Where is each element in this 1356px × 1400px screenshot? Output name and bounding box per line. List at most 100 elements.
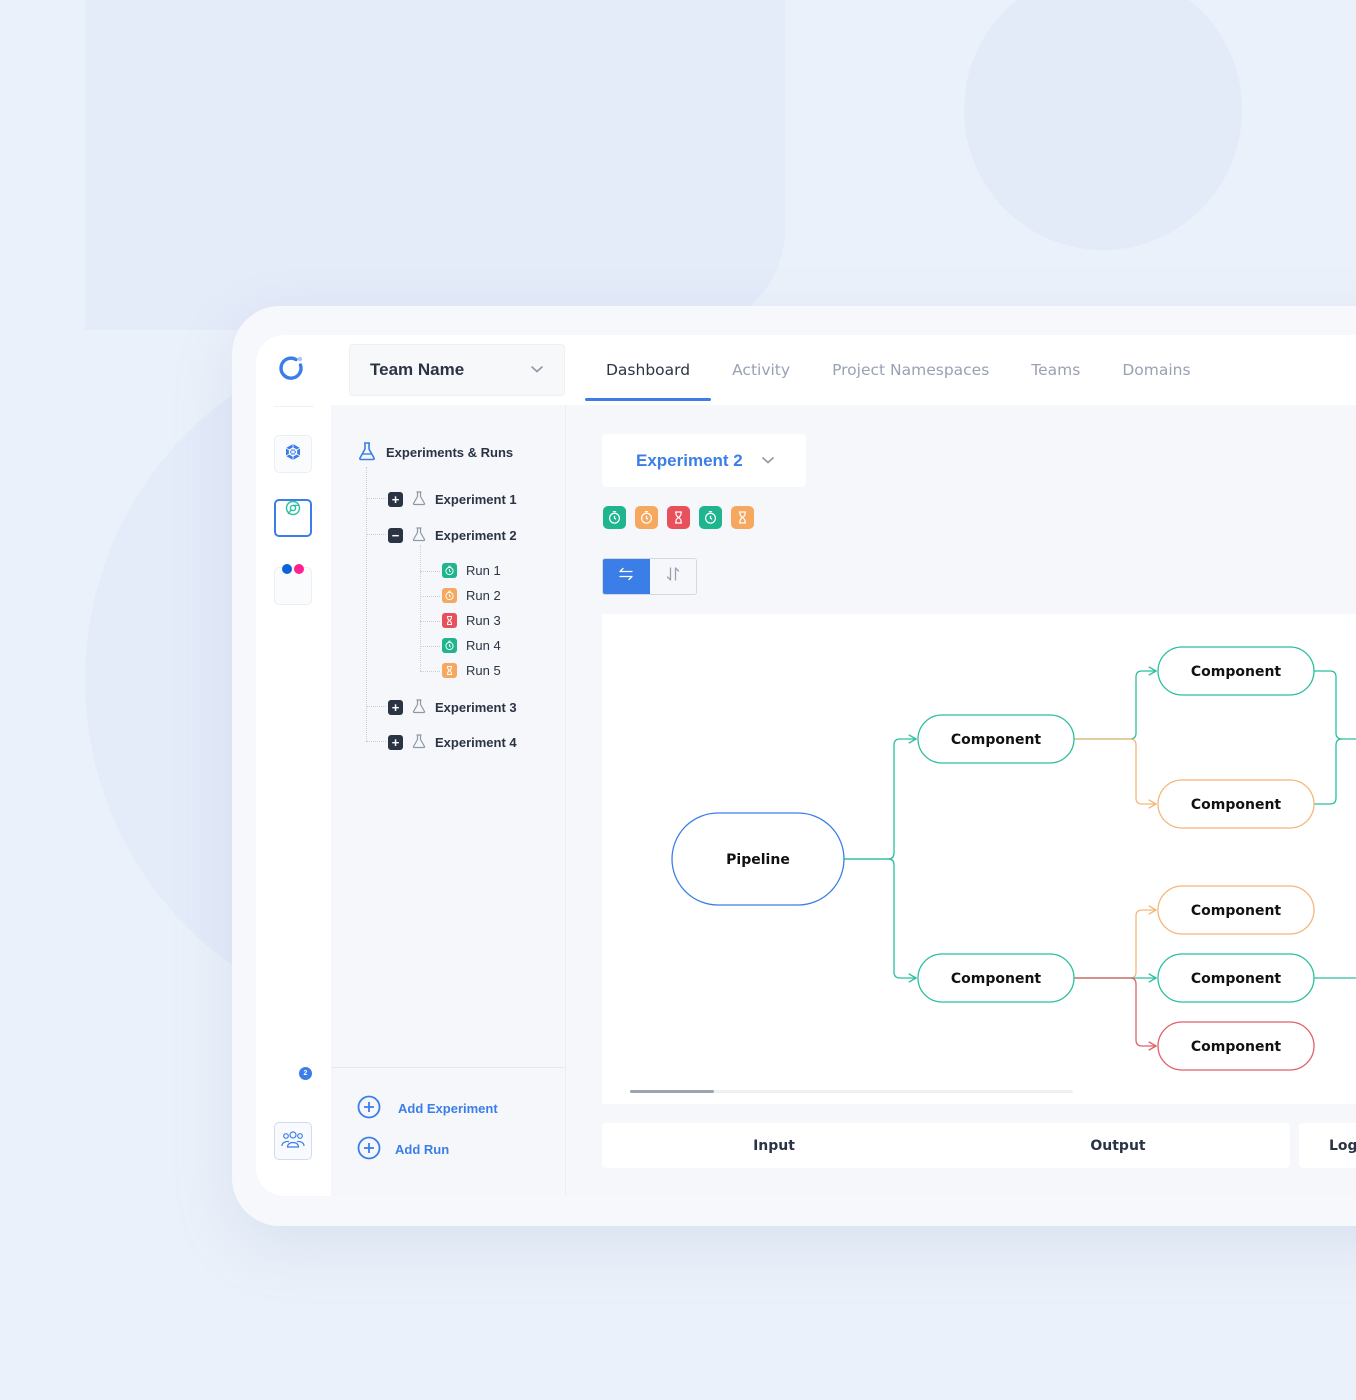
timer-icon: [442, 588, 457, 603]
pipeline-canvas[interactable]: Pipeline Component Component Component Compo…: [602, 614, 1356, 1104]
component-node[interactable]: Component: [1157, 1021, 1315, 1071]
scrollbar-thumb[interactable]: [630, 1090, 715, 1093]
timer-icon: [442, 638, 457, 653]
graph-edge: [1314, 670, 1356, 740]
tree-connector: [420, 571, 440, 572]
experiment-select-label: Experiment 2: [636, 450, 743, 470]
tree-item-run-4[interactable]: Run 4: [442, 638, 501, 653]
add-run-label: Add Run: [395, 1142, 450, 1157]
tab-output[interactable]: Output: [946, 1123, 1290, 1168]
experiment-label: Experiment 3: [435, 700, 517, 715]
run-label: Run 5: [466, 663, 501, 678]
component-node[interactable]: Component: [1157, 646, 1315, 696]
hourglass-icon[interactable]: [667, 506, 690, 529]
tree-connector: [420, 671, 440, 672]
rail-item-team[interactable]: [274, 1122, 312, 1160]
collapse-toggle[interactable]: −: [388, 528, 403, 543]
tree-item-experiment-4[interactable]: + Experiment 4: [388, 733, 517, 752]
tree-item-experiment-3[interactable]: + Experiment 3: [388, 698, 517, 717]
component-node-label: Component: [1191, 664, 1282, 680]
tree-item-experiment-1[interactable]: + Experiment 1: [388, 490, 517, 509]
timer-icon[interactable]: [603, 506, 626, 529]
run-label: Run 1: [466, 563, 501, 578]
tab-domains[interactable]: Domains: [1101, 335, 1211, 405]
component-node-label: Component: [1191, 797, 1282, 813]
tab-input[interactable]: Input: [602, 1123, 946, 1168]
hourglass-icon: [442, 663, 457, 678]
kubernetes-icon: [284, 443, 302, 466]
component-node-label: Component: [1191, 903, 1282, 919]
run-label: Run 3: [466, 613, 501, 628]
pipeline-node[interactable]: Pipeline: [671, 812, 845, 906]
tab-dashboard[interactable]: Dashboard: [585, 335, 712, 405]
graph-edge: [1074, 738, 1156, 804]
expand-toggle[interactable]: +: [388, 735, 403, 750]
rail-item-flickr[interactable]: [274, 564, 312, 605]
chevron-down-icon: [530, 361, 544, 379]
arrows-vertical-icon: [666, 566, 680, 587]
horizontal-layout-button[interactable]: [603, 559, 650, 594]
tree-item-run-5[interactable]: Run 5: [442, 663, 501, 678]
tree-header: Experiments & Runs: [357, 441, 513, 464]
component-node[interactable]: Component: [917, 953, 1075, 1003]
graph-edge: [1074, 910, 1156, 979]
tree-connector: [366, 534, 386, 535]
tree-item-experiment-2[interactable]: − Experiment 2: [388, 526, 517, 545]
tab-activity[interactable]: Activity: [711, 335, 811, 405]
tab-project-namespaces[interactable]: Project Namespaces: [811, 335, 1010, 405]
horizontal-scrollbar[interactable]: [630, 1090, 1073, 1093]
flask-icon: [357, 441, 377, 464]
graph-edge: [1074, 671, 1156, 740]
component-node[interactable]: Component: [917, 714, 1075, 764]
experiment-select[interactable]: Experiment 2: [602, 434, 806, 487]
component-node[interactable]: Component: [1157, 885, 1315, 935]
vertical-layout-button[interactable]: [649, 559, 696, 594]
flask-icon: [411, 490, 427, 509]
tree-connector: [420, 621, 440, 622]
tree-item-run-2[interactable]: Run 2: [442, 588, 501, 603]
nav-tabs: Dashboard Activity Project Namespaces Te…: [585, 335, 1212, 405]
experiment-label: Experiment 4: [435, 735, 517, 750]
tree-connector: [420, 646, 440, 647]
experiment-label: Experiment 1: [435, 492, 517, 507]
tab-teams[interactable]: Teams: [1010, 335, 1101, 405]
main-content: Experiment 2 Pipeline Component Componen…: [566, 405, 1356, 1196]
rail-divider: [274, 406, 314, 407]
background-circle: [964, 0, 1242, 250]
component-node[interactable]: Component: [1157, 779, 1315, 829]
app-logo[interactable]: [276, 353, 306, 383]
expand-toggle[interactable]: +: [388, 700, 403, 715]
chevron-down-icon: [761, 452, 775, 470]
expand-toggle[interactable]: +: [388, 492, 403, 507]
graph-edge: [844, 739, 916, 860]
tree-header-label: Experiments & Runs: [386, 445, 514, 460]
io-tabs: Input Output: [602, 1123, 1290, 1168]
tree-connector: [366, 498, 386, 499]
flask-icon: [411, 698, 427, 717]
hourglass-icon: [442, 613, 457, 628]
team-icon: [280, 1129, 306, 1154]
icon-rail: 2: [256, 335, 331, 1196]
team-select[interactable]: Team Name: [349, 344, 565, 396]
timer-icon[interactable]: [699, 506, 722, 529]
tree-connector: [366, 467, 367, 741]
timer-icon[interactable]: [635, 506, 658, 529]
run-label: Run 4: [466, 638, 501, 653]
tab-log[interactable]: Log: [1299, 1123, 1356, 1168]
timer-icon: [442, 563, 457, 578]
add-experiment-button[interactable]: Add Experiment: [357, 1095, 498, 1122]
add-run-button[interactable]: Add Run: [357, 1136, 449, 1163]
tree-connector: [420, 545, 421, 671]
graph-edge: [1074, 977, 1156, 1046]
team-select-label: Team Name: [370, 360, 465, 379]
tree-item-run-3[interactable]: Run 3: [442, 613, 501, 628]
notification-badge: 2: [299, 1067, 312, 1080]
rail-item-kubernetes[interactable]: [274, 435, 312, 473]
experiment-label: Experiment 2: [435, 528, 517, 543]
component-node-label: Component: [951, 732, 1042, 748]
tree-item-run-1[interactable]: Run 1: [442, 563, 501, 578]
rail-item-chrome[interactable]: [274, 499, 312, 537]
component-node[interactable]: Component: [1157, 953, 1315, 1003]
hourglass-icon[interactable]: [731, 506, 754, 529]
graph-edge: [1314, 738, 1343, 805]
